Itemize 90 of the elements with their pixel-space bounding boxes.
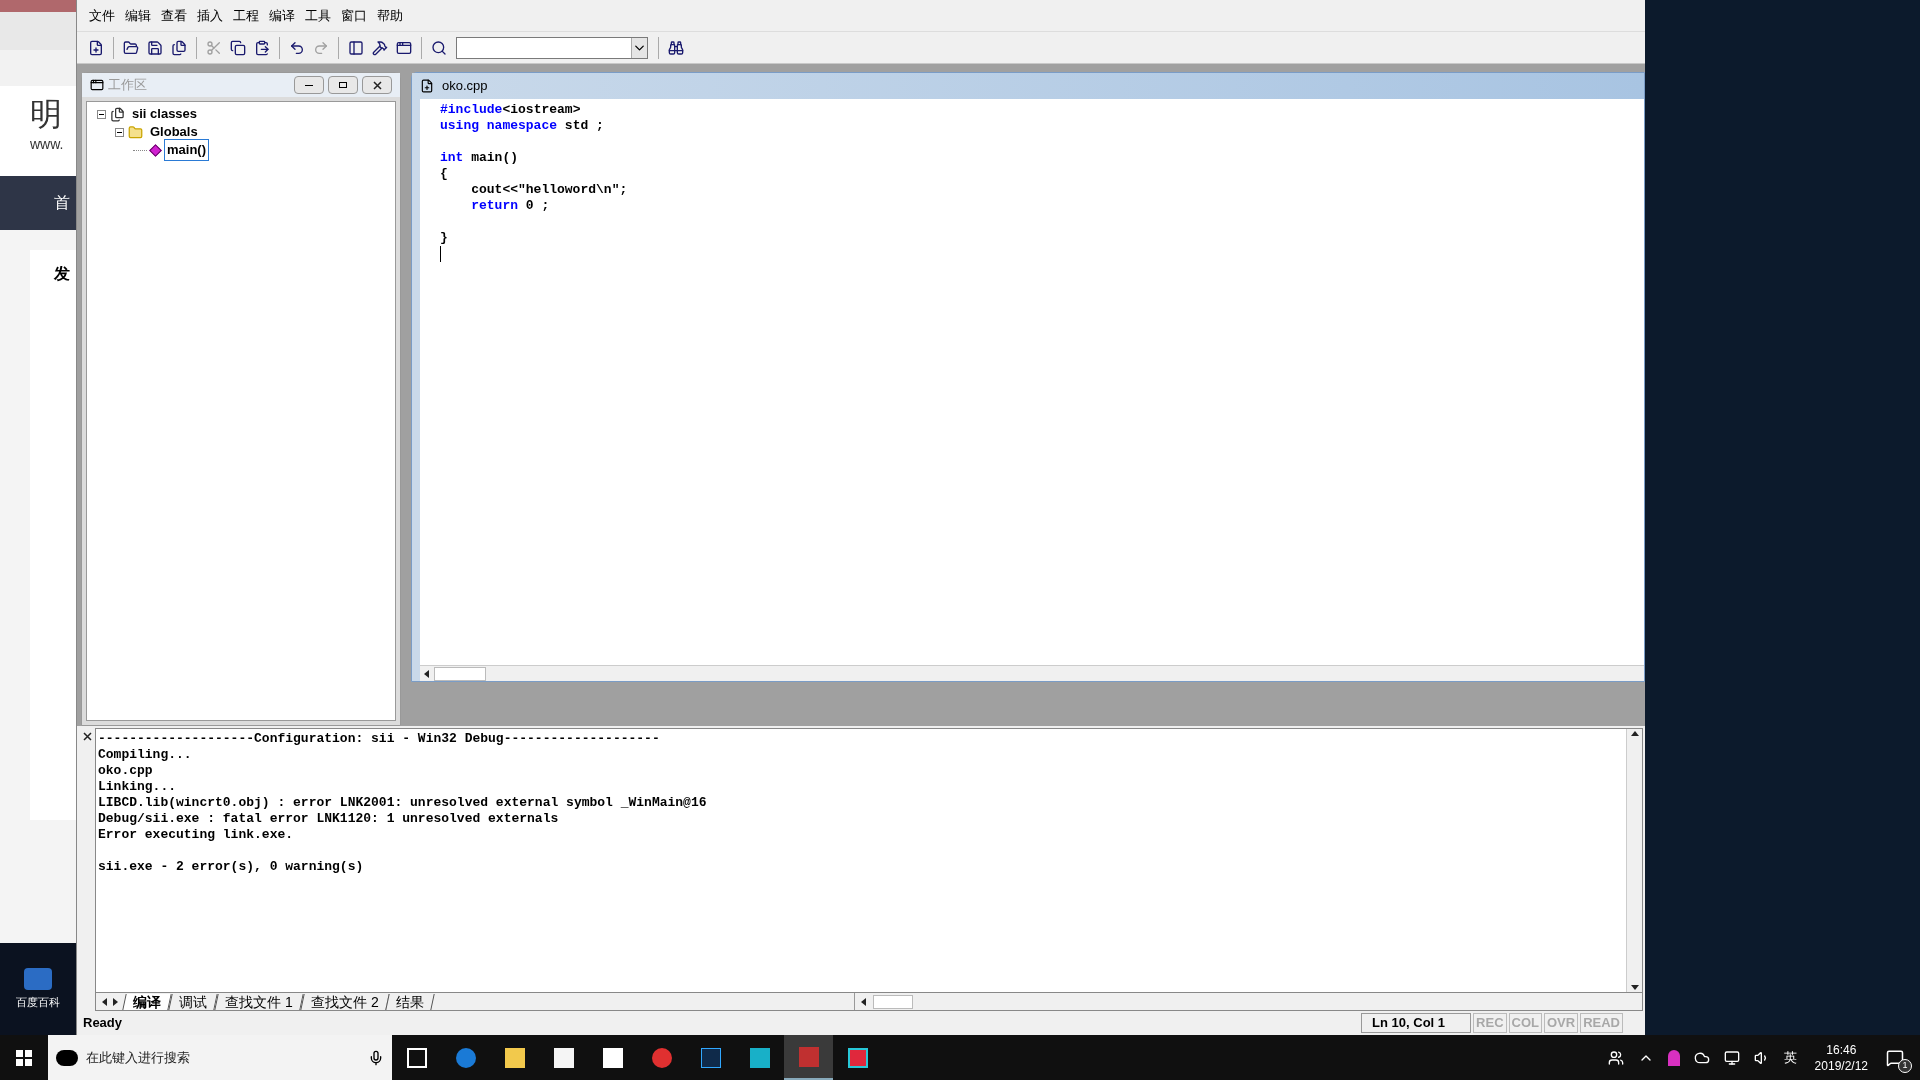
copy-icon[interactable] [230, 39, 246, 56]
tab-scroll-right-icon[interactable] [110, 996, 120, 1007]
code-line: return 0 ; [470, 198, 550, 214]
workspace-icon [90, 78, 104, 92]
new-file-icon[interactable] [88, 39, 104, 56]
status-indicator: REC [1473, 1013, 1507, 1033]
collapse-icon[interactable] [115, 127, 124, 137]
people-icon[interactable] [1607, 1049, 1624, 1066]
search-field[interactable]: 在此键入进行搜索 [86, 1047, 360, 1068]
classes-icon [110, 106, 125, 122]
document-icon [420, 79, 434, 93]
save-icon[interactable] [147, 39, 163, 56]
scrollbar-thumb[interactable] [873, 994, 913, 1009]
output-line: oko.cpp [98, 763, 153, 779]
output-line: --------------------Configuration: sii - Win32 Debug-------------------- [98, 731, 660, 747]
scrollbar-thumb[interactable] [434, 666, 486, 681]
logo-text: 明 [30, 95, 63, 134]
scroll-up-icon[interactable] [1629, 729, 1640, 739]
text-cursor [440, 246, 441, 262]
cursor-position: Ln 10, Col 1 [1361, 1013, 1472, 1033]
url-text: www. [30, 135, 65, 154]
output-tab[interactable]: 查找文件 2 [300, 993, 390, 1010]
binoculars-icon[interactable] [668, 39, 684, 56]
menu-item[interactable]: 窗口 [341, 5, 367, 26]
input-method-indicator[interactable]: 英 [1783, 1047, 1797, 1068]
menu-item[interactable]: 编辑 [125, 5, 151, 26]
output-line: Debug/sii.exe : fatal error LNK1120: 1 unresolved externals [98, 811, 559, 827]
save-all-icon[interactable] [171, 39, 187, 56]
status-indicator: READ [1580, 1013, 1623, 1033]
code-line: using namespace std ; [440, 118, 604, 134]
output-line: sii.exe - 2 error(s), 0 warning(s) [98, 859, 364, 875]
vertical-scrollbar[interactable] [1626, 729, 1642, 992]
code-line: int main() [440, 150, 518, 166]
folder-icon [128, 124, 143, 140]
close-icon[interactable] [372, 80, 382, 90]
menu-item[interactable]: 工程 [233, 5, 259, 26]
network-icon[interactable] [1723, 1049, 1740, 1066]
notification-badge: 1 [1898, 1058, 1912, 1073]
status-indicator: OVR [1544, 1013, 1579, 1033]
tab-scroll-left-icon[interactable] [100, 996, 110, 1007]
clock[interactable]: 16:46 2019/2/12 [1810, 1041, 1872, 1074]
close-icon[interactable] [82, 732, 92, 741]
menu-item[interactable]: 插入 [197, 5, 223, 26]
card-title: 发 [54, 265, 70, 282]
windows-icon[interactable] [396, 39, 412, 56]
assistant-icon [56, 1049, 78, 1066]
output-tab[interactable]: 编译 [122, 993, 172, 1010]
function-icon [149, 143, 162, 157]
output-tab[interactable]: 调试 [168, 993, 218, 1010]
status-indicator: COL [1508, 1013, 1542, 1033]
search-icon[interactable] [431, 39, 447, 56]
output-line: LIBCD.lib(wincrt0.obj) : error LNK2001: unresolved external symbol _WinMain@16 [98, 795, 707, 811]
output-line: Linking... [98, 779, 176, 795]
undo-icon[interactable] [289, 39, 305, 56]
folder-icon[interactable] [123, 39, 139, 56]
tree-item[interactable]: main() [164, 139, 209, 161]
panel-title: 工作区 [108, 76, 148, 95]
config-combo-box[interactable] [456, 36, 648, 59]
menu-item[interactable]: 帮助 [377, 5, 403, 26]
code-line: { [440, 166, 448, 182]
shortcut-icon[interactable] [24, 967, 52, 990]
editor-title: oko.cpp [442, 77, 488, 96]
output-line: Error executing link.exe. [98, 827, 294, 843]
clock-time: 16:46 [1826, 1041, 1857, 1058]
horizontal-scrollbar[interactable] [420, 665, 1644, 681]
desktop-icon-label[interactable]: 百度百科 [16, 993, 60, 1011]
close-button[interactable] [362, 76, 392, 94]
code-line: cout<<"helloword\n"; [470, 182, 628, 198]
hammer-icon[interactable] [372, 39, 388, 56]
paste-icon[interactable] [254, 39, 270, 56]
search-bar[interactable]: 在此键入进行搜索 [48, 1035, 392, 1080]
clock-date: 2019/2/12 [1814, 1057, 1868, 1074]
code-line: } [440, 230, 448, 246]
menu-item[interactable]: 工具 [305, 5, 331, 26]
microphone-icon[interactable] [368, 1049, 384, 1066]
output-tab[interactable]: 结果 [385, 993, 436, 1010]
output-line: Compiling... [98, 747, 192, 763]
nav-link[interactable]: 首 [54, 191, 70, 215]
scroll-left-icon[interactable] [422, 668, 432, 679]
menu-item[interactable]: 编译 [269, 5, 295, 26]
menu-item[interactable]: 文件 [89, 5, 115, 26]
code-line: #include<iostream> [440, 102, 581, 118]
menu-item[interactable]: 查看 [161, 5, 187, 26]
notification-icon[interactable] [1886, 1048, 1904, 1067]
collapse-icon[interactable] [97, 109, 106, 119]
status-message: Ready [82, 1014, 124, 1033]
scroll-left-icon[interactable] [859, 996, 869, 1007]
workspace-icon[interactable] [348, 39, 364, 56]
maximize-button[interactable] [328, 76, 358, 94]
output-tab[interactable]: 查找文件 1 [214, 993, 304, 1010]
